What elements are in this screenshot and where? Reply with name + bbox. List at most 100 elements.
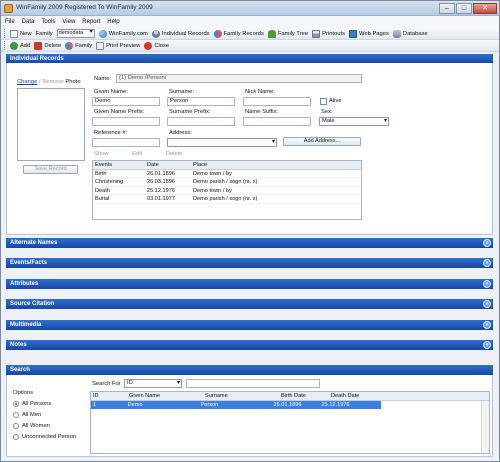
table-row[interactable]: Christening 26.03.1896 Demo parish / sog… [93,178,361,187]
menu-file[interactable]: File [5,19,15,25]
expand-chevron-icon[interactable]: » [483,280,491,288]
chevron-down-icon: ▾ [176,380,180,386]
menu-help[interactable]: Help [107,19,119,25]
photo-label: Photo [65,79,81,85]
expand-chevron-icon[interactable]: » [483,300,491,308]
close-button[interactable]: Close [144,41,169,50]
attributes-header[interactable]: Attributes» [6,279,493,289]
printer-icon [312,29,321,38]
column-header[interactable]: ID [91,392,127,400]
name-field[interactable]: (1) Demo /Person/ [116,74,362,83]
table-row[interactable]: Death 25.12.1976 Demo town / by [93,187,361,195]
table-row[interactable]: Birth 26.01.1896 Demo town / by [93,170,361,178]
option-all-men[interactable]: All Men [13,412,41,418]
remove-photo-link[interactable]: Remove [42,79,64,85]
family-tree-button[interactable]: Family Tree [267,29,308,38]
delete-icon [34,41,43,50]
close-icon [144,41,153,50]
menu-tools[interactable]: Tools [41,19,55,25]
alive-label: Alive [329,98,342,104]
family-records-button[interactable]: Family Records [213,29,264,38]
delete-event-link[interactable]: Delete [166,151,183,157]
delete-button[interactable]: Delete [34,41,61,50]
person-icon [151,29,160,38]
menu-data[interactable]: Data [22,19,35,25]
photo-box[interactable] [17,88,85,161]
web-pages-button[interactable]: Web Pages [349,29,389,38]
radio-icon[interactable] [13,423,19,429]
nick-name-field[interactable] [243,97,311,106]
search-for-select[interactable]: ID ▾ [124,379,182,388]
address-select[interactable]: ▾ [167,138,277,147]
toolbar-grip-icon[interactable] [4,29,7,38]
winfamily-com-button[interactable]: WinFamily.com [98,29,148,38]
table-row[interactable]: 1 Demo Person 26.01.1896 25.12.1976 [91,400,381,409]
new-button[interactable]: New [10,29,32,38]
column-header[interactable]: Events [93,161,145,169]
radio-selected-icon[interactable] [13,401,19,407]
printouts-button[interactable]: Printouts [312,29,345,38]
family-icon [213,29,222,38]
given-name-field[interactable]: Demo [92,97,160,106]
column-header[interactable]: Place [191,161,361,169]
multimedia-header[interactable]: Multimedia» [6,320,493,330]
toolbar-grip-icon[interactable] [4,41,7,50]
show-event-link[interactable]: Show [94,151,109,157]
alive-checkbox[interactable] [320,98,327,105]
option-unconnected-person[interactable]: Unconnected Person [13,434,76,440]
column-header[interactable]: Death Date [329,392,393,400]
notes-header[interactable]: Notes» [6,340,493,350]
save-record-button[interactable]: Save Record [23,165,78,174]
family-button[interactable]: Family [65,41,92,50]
column-header[interactable]: Date [145,161,191,169]
change-photo-link[interactable]: Change [17,79,37,85]
expand-chevron-icon[interactable]: » [483,321,491,329]
menu-report[interactable]: Report [82,19,100,25]
expand-chevron-icon[interactable]: » [483,239,491,247]
column-header[interactable]: Surname [203,392,279,400]
photo-links: Change / Remove Photo [17,79,81,85]
column-header[interactable]: Given Name [127,392,203,400]
reference-field[interactable] [92,138,160,147]
add-button[interactable]: Add [10,41,30,50]
expand-chevron-icon[interactable]: » [483,341,491,349]
title-bar[interactable]: WinFamily 2009 Registered To WinFamily 2… [1,1,499,16]
chevron-down-icon: ▾ [383,118,387,124]
expand-chevron-icon[interactable]: » [483,259,491,267]
table-row[interactable]: Burial 03.01.1977 Demo parish / sogn (nr… [93,195,361,204]
individual-records-button[interactable]: Individual Records [151,29,210,38]
family-select[interactable]: demodata [56,29,95,38]
column-header[interactable]: Birth Date [279,392,329,400]
event-actions: Show Edit Delete [94,151,205,157]
surname-label: Surname: [169,89,195,95]
add-address-button[interactable]: Add Address... [283,137,361,146]
events-table-header: Events Date Place [93,161,361,170]
chevron-down-icon: ▾ [271,139,275,145]
surname-prefix-field[interactable] [167,117,235,126]
alternate-names-header[interactable]: Alternate Names» [6,238,493,248]
radio-icon[interactable] [13,434,19,440]
database-button[interactable]: Database [392,29,428,38]
radio-icon[interactable] [13,412,19,418]
name-suffix-field[interactable] [243,117,311,126]
menu-view[interactable]: View [62,19,75,25]
search-header[interactable]: Search [6,365,493,375]
edit-event-link[interactable]: Edit [132,151,142,157]
events-facts-header[interactable]: Events/Facts» [6,258,493,268]
given-name-prefix-field[interactable] [92,117,160,126]
nick-name-label: Nick Name: [245,89,275,95]
add-icon [10,41,18,50]
results-scrollbar[interactable] [481,400,489,453]
search-input[interactable] [186,379,320,388]
source-citation-header[interactable]: Source Citation» [6,299,493,309]
minimize-button[interactable]: – [439,3,455,14]
given-name-label: Given Name: [94,89,128,95]
option-all-women[interactable]: All Women [13,423,50,429]
print-preview-button[interactable]: Print Preview [96,41,140,50]
sex-select[interactable]: Male ▾ [319,117,389,126]
maximize-button[interactable]: □ [456,3,472,14]
surname-field[interactable]: Person [167,97,235,106]
main-toolbar: New Family demodata WinFamily.com Indivi… [1,28,499,40]
close-window-button[interactable]: ✕ [473,3,497,14]
option-all-persons[interactable]: All Persons [13,401,51,407]
